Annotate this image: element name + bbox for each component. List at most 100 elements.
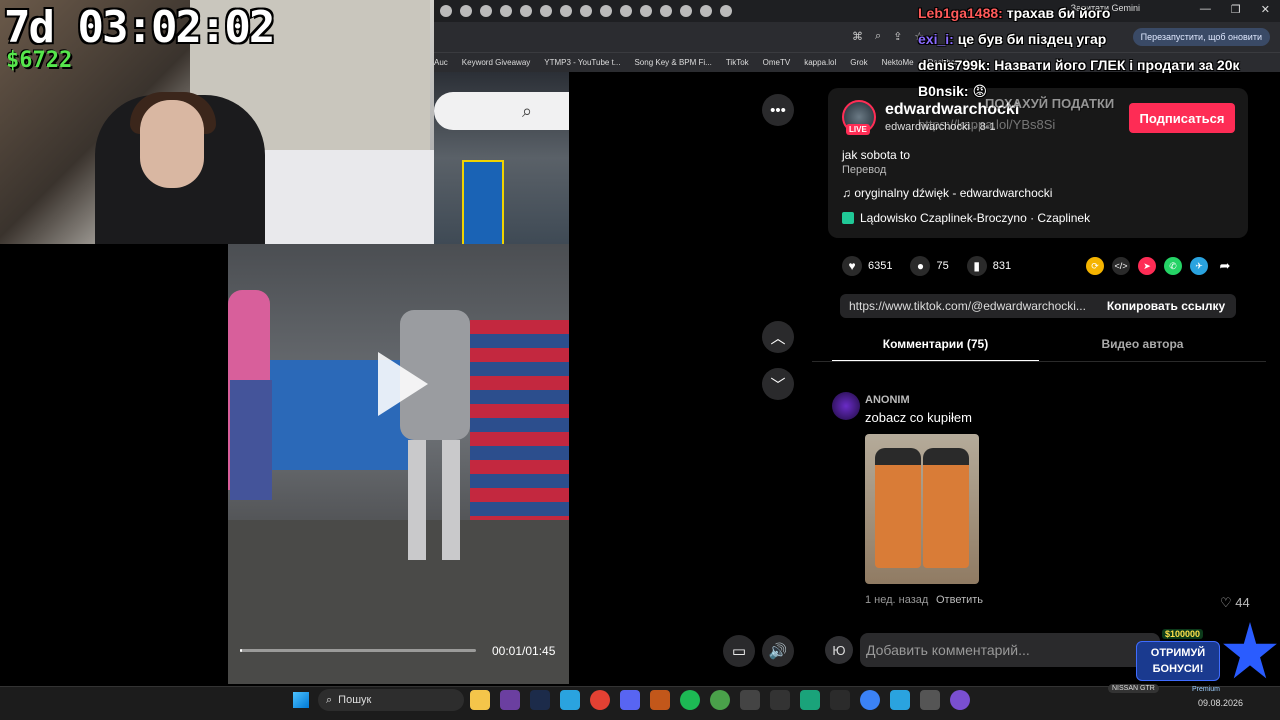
repost-icon[interactable]: ⟳ <box>1086 257 1104 275</box>
explorer-icon[interactable] <box>470 690 490 710</box>
tab-favicon[interactable] <box>660 5 672 17</box>
bookmark-item[interactable]: NektoMe <box>882 58 914 67</box>
tiktok-search-input[interactable] <box>434 92 569 130</box>
bookmark-item[interactable]: OmeTV <box>763 58 791 67</box>
share-icon[interactable]: ⇪ <box>893 30 902 43</box>
follow-button[interactable]: Подписаться <box>1129 103 1235 133</box>
chat-ghost-line: ПОХАХУЙ ПОДАТКИ <box>985 96 1115 111</box>
chrome-icon[interactable] <box>860 690 880 710</box>
reply-button[interactable]: Ответить <box>936 594 983 606</box>
promo-amount: $100000 <box>1162 629 1204 639</box>
tab-favicon[interactable] <box>520 5 532 17</box>
photoshop-icon[interactable] <box>530 690 550 710</box>
telegram-icon[interactable] <box>890 690 910 710</box>
app-icon[interactable] <box>500 690 520 710</box>
pip-icon[interactable]: ▭ <box>723 635 755 667</box>
tab-comments[interactable]: Комментарии (75) <box>832 330 1039 362</box>
copy-link-button[interactable]: Копировать ссылку <box>1096 299 1236 313</box>
taskbar-date: 09.08.2026 <box>1198 698 1244 708</box>
translate-icon[interactable]: ⌘ <box>852 30 863 43</box>
sound-link[interactable]: ♫ oryginalny dźwięk - edwardwarchocki <box>842 186 1052 200</box>
tab-favicon[interactable] <box>600 5 612 17</box>
embed-icon[interactable]: </> <box>1112 257 1130 275</box>
tab-favicon[interactable] <box>640 5 652 17</box>
calculator-icon[interactable] <box>920 690 940 710</box>
tab-favicon[interactable] <box>560 5 572 17</box>
tab-author-videos[interactable]: Видео автора <box>1039 330 1246 362</box>
video-robot-leg <box>408 440 426 560</box>
bookmark-item[interactable]: Grok <box>850 58 867 67</box>
comment-count: 75 <box>936 260 949 272</box>
comment-text: zobacz co kupiłem <box>865 410 972 425</box>
streamer-webcam: 7d 03:02:02 $6722 <box>0 0 434 244</box>
bookmark-item[interactable]: TikTok <box>726 58 749 67</box>
save-button[interactable]: ▮ 831 <box>966 256 1011 276</box>
whatsapp-icon[interactable]: ✆ <box>1164 257 1182 275</box>
live-badge: LIVE <box>846 124 870 135</box>
telegram-icon[interactable] <box>560 690 580 710</box>
bookmark-item[interactable]: kappa.lol <box>804 58 836 67</box>
bookmark-item[interactable]: Keyword Giveaway <box>462 58 530 67</box>
chat-user: B0nsik: <box>918 83 969 99</box>
comment-button[interactable]: ● 75 <box>910 256 949 276</box>
bookmark-item[interactable]: Auc <box>434 58 448 67</box>
comment-icon: ● <box>910 256 931 276</box>
chat-ghost-link: https://kappa.lol/YBs8Si <box>918 117 1056 132</box>
next-video-button[interactable]: ﹀ <box>762 368 794 400</box>
app-icon[interactable] <box>740 690 760 710</box>
tab-favicon[interactable] <box>440 5 452 17</box>
share-row: ⟳ </> ➤ ✆ ✈ ➦ <box>1086 257 1234 275</box>
comment-username[interactable]: ANONIM <box>865 394 910 406</box>
play-icon[interactable] <box>378 352 428 416</box>
app-icon[interactable] <box>770 690 790 710</box>
comment-input[interactable]: Добавить комментарий... <box>860 633 1160 667</box>
more-options-button[interactable]: ••• <box>762 94 794 126</box>
search-icon[interactable]: ⌕ <box>522 101 544 123</box>
tab-favicon[interactable] <box>580 5 592 17</box>
chat-text: Назвати його ГЛЕК і продати за 20к <box>994 57 1240 73</box>
tab-favicon[interactable] <box>500 5 512 17</box>
tab-favicon[interactable] <box>700 5 712 17</box>
spotify-icon[interactable] <box>680 690 700 710</box>
video-progress-track[interactable] <box>240 649 476 652</box>
chrome-icon[interactable] <box>710 690 730 710</box>
zoom-icon[interactable]: ⌕ <box>875 30 881 43</box>
close-icon[interactable]: ✕ <box>1261 3 1270 16</box>
app-icon[interactable] <box>800 690 820 710</box>
taskbar-search-label: Пошук <box>338 694 372 706</box>
share-arrow-icon[interactable]: ➦ <box>1216 257 1234 275</box>
app-icon[interactable] <box>650 690 670 710</box>
share-url[interactable]: https://www.tiktok.com/@edwardwarchocki.… <box>840 299 1096 313</box>
tab-favicon[interactable] <box>540 5 552 17</box>
media-icon[interactable] <box>950 690 970 710</box>
promo-badge[interactable]: ОТРИМУЙ БОНУСИ! <box>1136 641 1220 681</box>
send-icon[interactable]: ➤ <box>1138 257 1156 275</box>
promo-line1: ОТРИМУЙ <box>1150 647 1206 659</box>
windows-start-icon[interactable] <box>293 692 309 708</box>
comment-avatar[interactable] <box>832 392 860 420</box>
discord-icon[interactable] <box>620 690 640 710</box>
terminal-icon[interactable] <box>830 690 850 710</box>
telegram-icon[interactable]: ✈ <box>1190 257 1208 275</box>
tab-favicon[interactable] <box>480 5 492 17</box>
comment-like-button[interactable]: ♡ 44 <box>1220 595 1250 611</box>
tab-favicon[interactable] <box>720 5 732 17</box>
bookmark-item[interactable]: Song Key & BPM Fi... <box>634 58 711 67</box>
like-button[interactable]: ♥ 6351 <box>842 256 892 276</box>
volume-icon[interactable]: 🔊 <box>762 635 794 667</box>
chat-user: Leb1ga1488: <box>918 5 1003 21</box>
translate-link[interactable]: Перевод <box>842 164 886 176</box>
bookmark-item[interactable]: YTMP3 - YouTube t... <box>544 58 620 67</box>
taskbar-search[interactable]: ⌕ Пошук <box>318 689 464 711</box>
comment-image[interactable] <box>865 434 979 584</box>
tab-favicon[interactable] <box>460 5 472 17</box>
chrome-icon[interactable] <box>590 690 610 710</box>
location-text: Lądowisko Czaplinek-Broczyno · Czaplinek <box>860 211 1091 225</box>
search-icon: ⌕ <box>326 693 333 706</box>
location-link[interactable]: Lądowisko Czaplinek-Broczyno · Czaplinek <box>842 211 1090 225</box>
previous-video-button[interactable]: ︿ <box>762 321 794 353</box>
comment-timestamp: 1 нед. назад <box>865 594 929 606</box>
chat-text: це був би піздец угар <box>957 31 1107 47</box>
tab-favicon[interactable] <box>620 5 632 17</box>
tab-favicon[interactable] <box>680 5 692 17</box>
